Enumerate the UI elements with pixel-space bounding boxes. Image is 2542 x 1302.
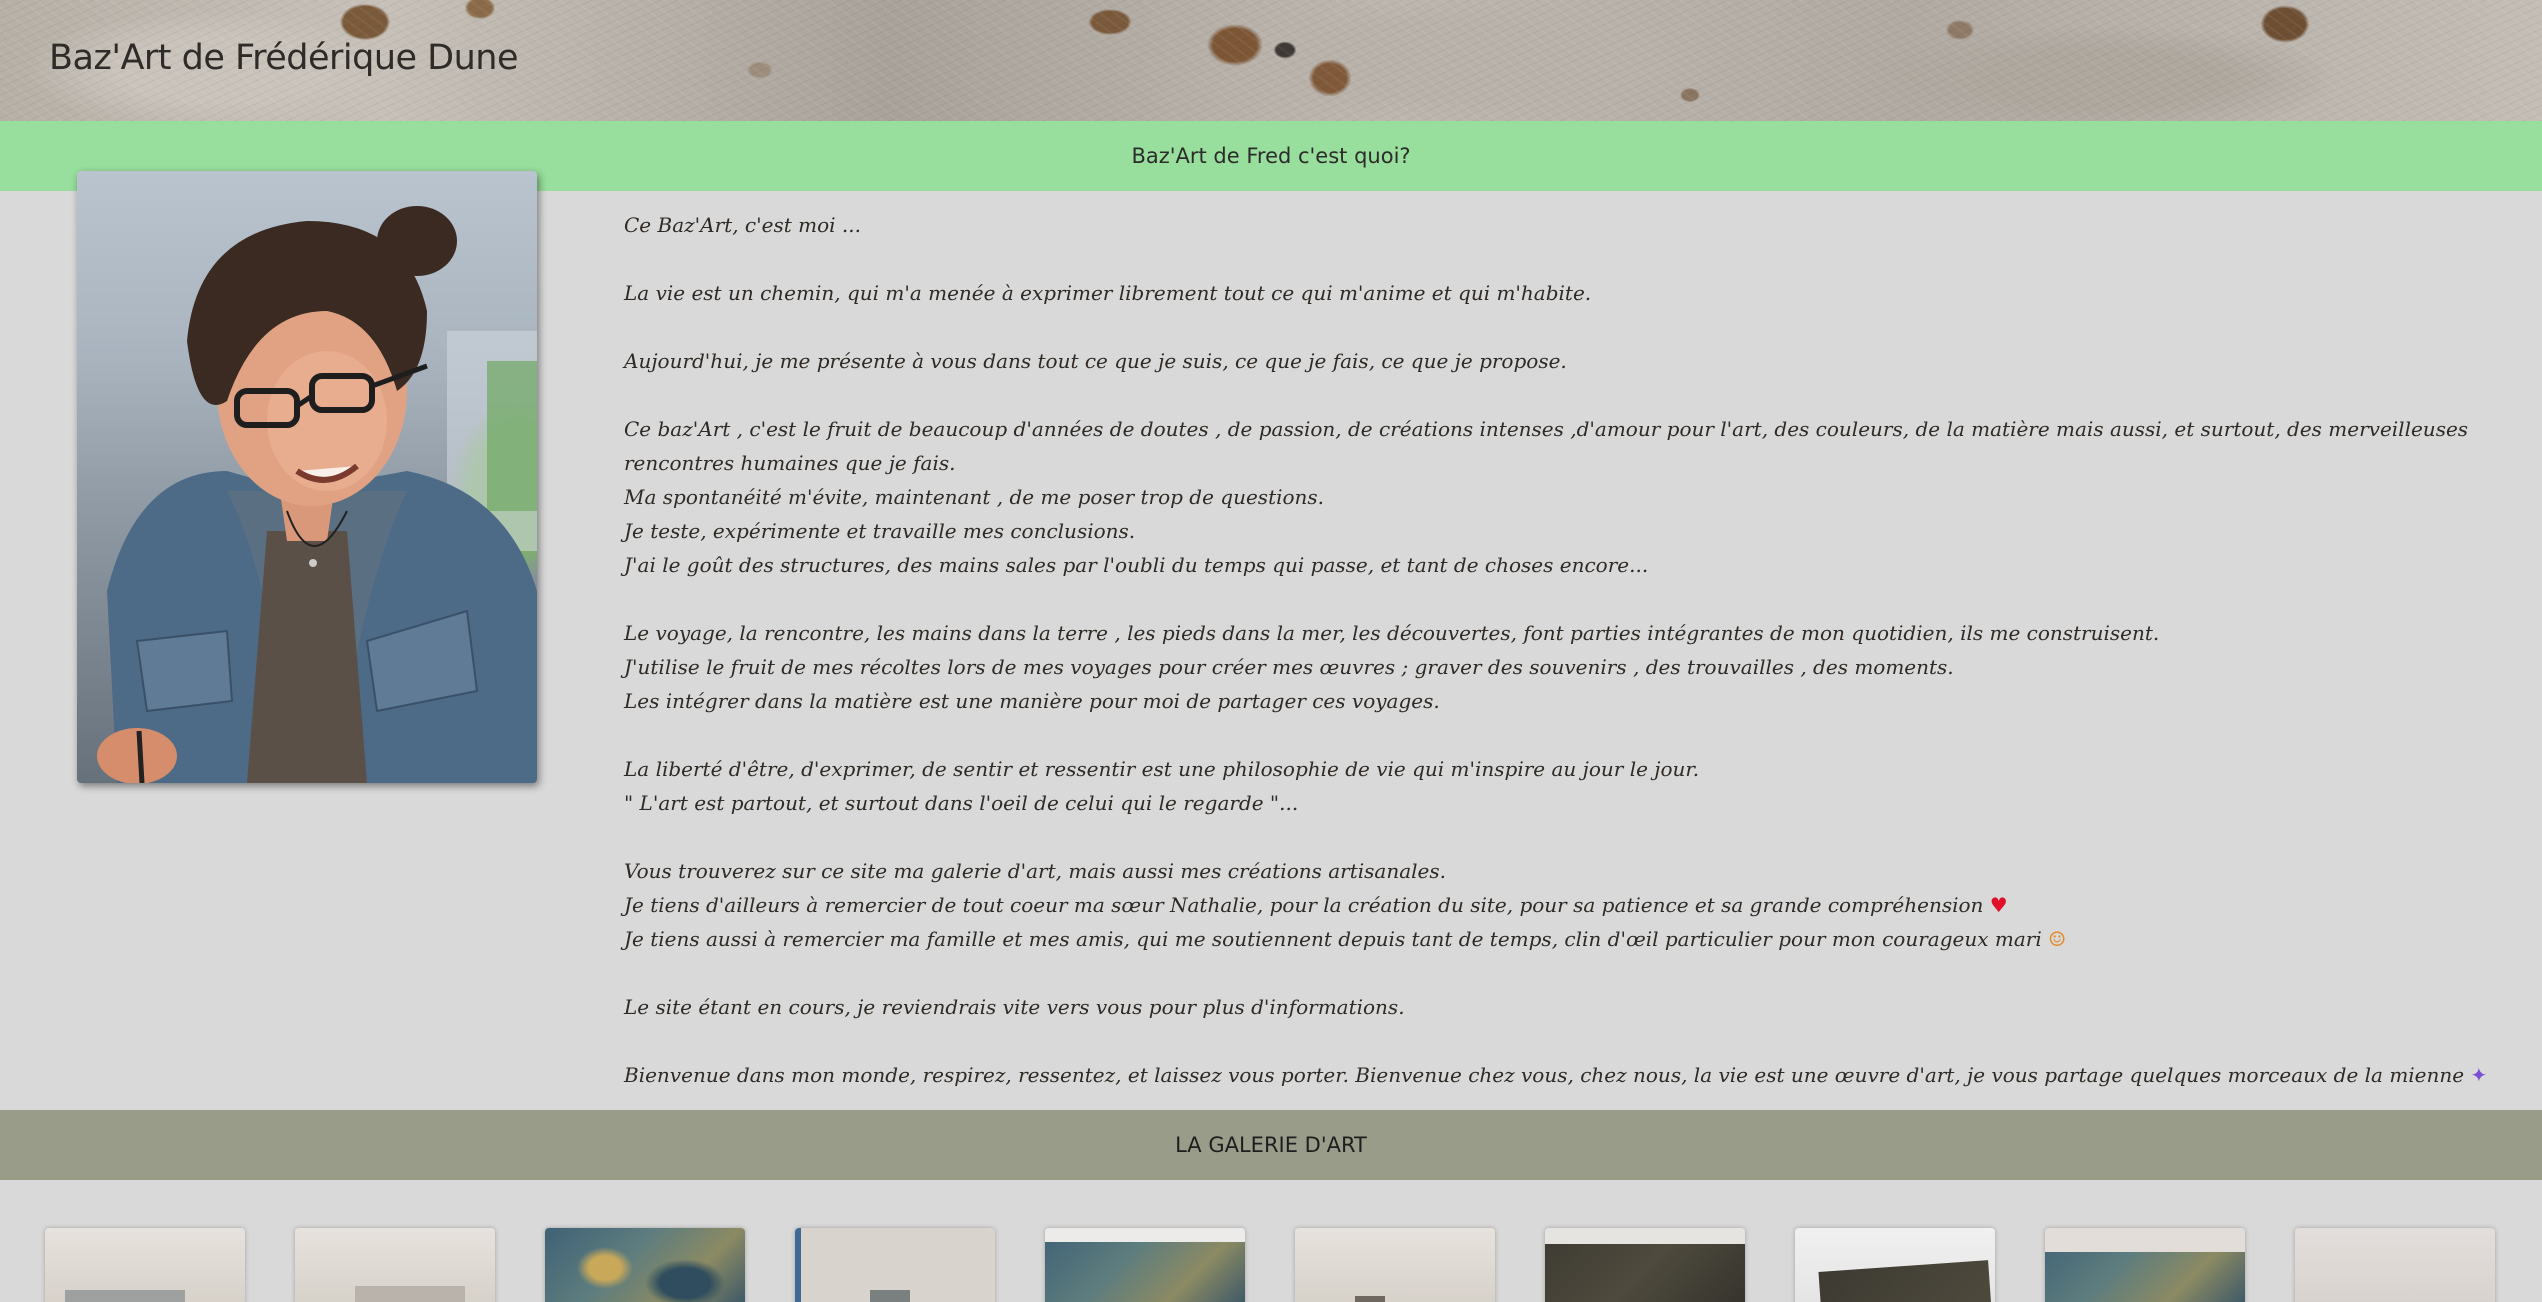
about-text: Ce Baz'Art, c'est moi ... La vie est un … xyxy=(624,208,2504,1092)
about-line: Je teste, expérimente et travaille mes c… xyxy=(624,519,1136,543)
gallery-thumbnail[interactable] xyxy=(795,1228,995,1302)
sparkles-emoji-icon: ✦ xyxy=(2470,1063,2488,1087)
about-line: Le site étant en cours, je reviendrais v… xyxy=(624,995,1405,1019)
gallery-thumbnail[interactable] xyxy=(45,1228,245,1302)
gallery-thumbnail[interactable] xyxy=(545,1228,745,1302)
about-line: Ma spontanéité m'évite, maintenant , de … xyxy=(624,485,1325,509)
site-title[interactable]: Baz'Art de Frédérique Dune xyxy=(49,38,519,78)
gallery-thumbnail[interactable] xyxy=(1545,1228,1745,1302)
about-line-text: Je tiens aussi à remercier ma famille et… xyxy=(624,927,2042,951)
about-line: Aujourd'hui, je me présente à vous dans … xyxy=(624,349,1567,373)
gallery-thumbnail[interactable] xyxy=(1045,1228,1245,1302)
about-line: Ce baz'Art , c'est le fruit de beaucoup … xyxy=(624,417,2469,475)
about-line: Bienvenue dans mon monde, respirez, ress… xyxy=(624,1058,2504,1092)
about-line: Ce Baz'Art, c'est moi ... xyxy=(624,213,861,237)
about-line-text: Bienvenue dans mon monde, respirez, ress… xyxy=(624,1063,2465,1087)
gallery-section-title: LA GALERIE D'ART xyxy=(1175,1133,1367,1157)
about-section-title: Baz'Art de Fred c'est quoi? xyxy=(1131,144,1411,168)
gallery-thumbnail[interactable] xyxy=(2045,1228,2245,1302)
about-line: J'utilise le fruit de mes récoltes lors … xyxy=(624,655,1954,679)
gallery-section-banner: LA GALERIE D'ART xyxy=(0,1110,2542,1180)
about-line: Le voyage, la rencontre, les mains dans … xyxy=(624,621,2160,645)
about-line: " L'art est partout, et surtout dans l'o… xyxy=(624,791,1299,815)
about-line: Vous trouverez sur ce site ma galerie d'… xyxy=(624,859,1447,883)
about-line: Je tiens aussi à remercier ma famille et… xyxy=(624,922,2504,956)
gallery-thumbnail[interactable] xyxy=(2295,1228,2495,1302)
heart-emoji-icon: ♥ xyxy=(1989,893,2008,917)
about-line: J'ai le goût des structures, des mains s… xyxy=(624,553,1649,577)
gallery-thumbnail[interactable] xyxy=(1295,1228,1495,1302)
gallery-thumbnails xyxy=(0,1228,2542,1302)
gallery-thumbnail[interactable] xyxy=(295,1228,495,1302)
smiling-face-emoji-icon: ☺ xyxy=(2048,927,2067,951)
about-line: Je tiens d'ailleurs à remercier de tout … xyxy=(624,888,2504,922)
gallery-thumbnail[interactable] xyxy=(1795,1228,1995,1302)
about-line: Les intégrer dans la matière est une man… xyxy=(624,689,1440,713)
portrait-image xyxy=(97,206,537,783)
about-line: La vie est un chemin, qui m'a menée à ex… xyxy=(624,281,1592,305)
portrait-photo xyxy=(77,171,537,783)
about-line-text: Je tiens d'ailleurs à remercier de tout … xyxy=(624,893,1984,917)
about-line: La liberté d'être, d'exprimer, de sentir… xyxy=(624,757,1700,781)
site-header: Baz'Art de Frédérique Dune xyxy=(0,0,2542,121)
